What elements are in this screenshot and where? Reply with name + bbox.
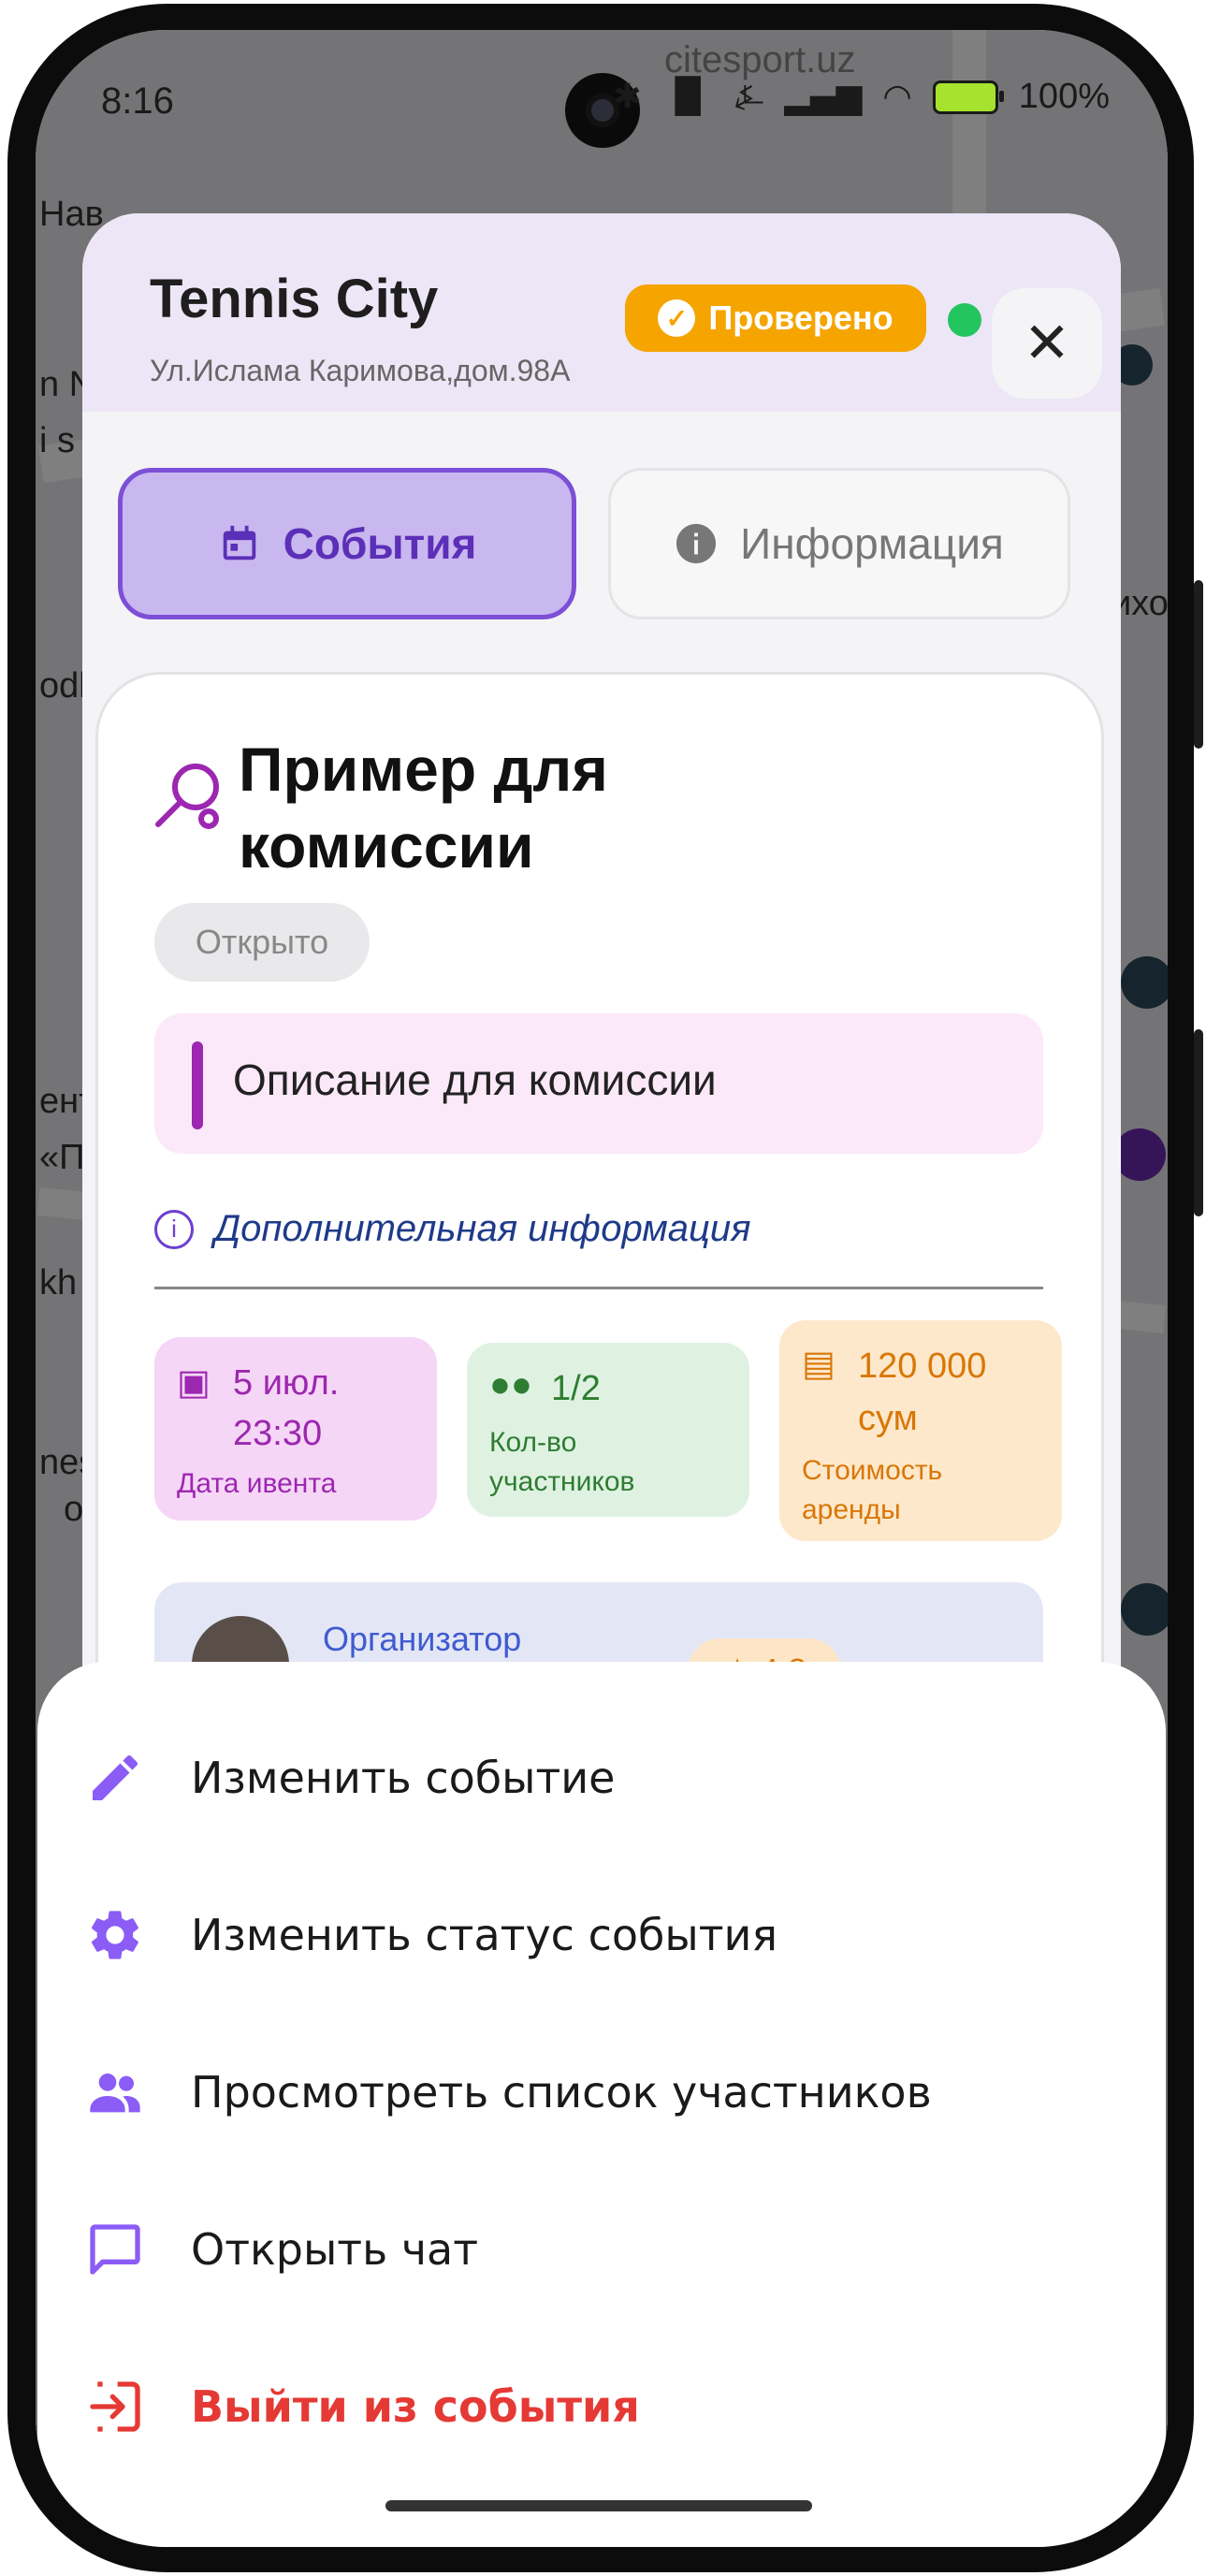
event-title: Пример для комиссии xyxy=(239,735,608,880)
venue-card: Tennis City Ул.Ислама Каримова,дом.98А ✓… xyxy=(82,213,1121,1804)
price-value: 120 000 xyxy=(858,1346,987,1386)
venue-address: Ул.Ислама Каримова,дом.98А xyxy=(150,354,571,387)
actions-bottom-sheet: Изменить событие Изменить статус события… xyxy=(37,1662,1166,2547)
close-icon: ✕ xyxy=(1023,311,1071,376)
people-icon: ●● xyxy=(489,1365,532,1404)
status-bar: citesport.uz 8:16 ✱ ▐▌ ⍼ ▂▄▆ ◠ 100% xyxy=(36,30,1168,170)
menu-label: Открыть чат xyxy=(191,2224,478,2275)
people-icon xyxy=(82,2059,148,2125)
bluetooth-icon: ✱ xyxy=(613,78,642,116)
members-value: 1/2 xyxy=(551,1369,601,1408)
organizer-label: Организатор xyxy=(323,1620,522,1658)
stat-members: ●● 1/2 Кол-во участников xyxy=(467,1343,749,1517)
battery-icon xyxy=(932,80,1004,114)
racket-icon xyxy=(151,759,225,834)
members-label: участников xyxy=(489,1466,635,1497)
map-url-text: citesport.uz xyxy=(664,39,856,80)
info-circle-icon: i xyxy=(154,1209,194,1249)
stat-price: ▤ 120 000 сум Стоимость аренды xyxy=(779,1320,1062,1541)
members-label: Кол-во xyxy=(489,1427,577,1458)
menu-label: Выйти из события xyxy=(191,2381,640,2432)
battery-percent: 100% xyxy=(1018,77,1110,116)
home-indicator[interactable] xyxy=(385,2500,812,2511)
event-status-badge: Открыто xyxy=(154,903,370,982)
venue-header: Tennis City Ул.Ислама Каримова,дом.98А ✓… xyxy=(82,213,1121,412)
menu-label: Просмотреть список участников xyxy=(191,2067,932,2118)
calendar-icon: ▣ xyxy=(177,1363,211,1403)
event-description: Описание для комиссии xyxy=(154,1013,1043,1154)
online-status-dot xyxy=(948,303,981,337)
description-text: Описание для комиссии xyxy=(233,1055,717,1104)
wifi-icon: ◠ xyxy=(882,78,912,116)
verified-check-icon: ✓ xyxy=(658,299,696,337)
wallet-icon: ▤ xyxy=(802,1345,835,1384)
menu-item-view-participants[interactable]: Просмотреть список участников xyxy=(82,2036,1112,2148)
menu-item-edit-event[interactable]: Изменить событие xyxy=(82,1722,1112,1834)
screen: Нав n N i s odl ент «П kh nes о ихо cite… xyxy=(36,30,1168,2547)
calendar-icon xyxy=(218,522,261,565)
verified-badge: ✓ Проверено xyxy=(625,284,926,352)
more-info-link[interactable]: i Дополнительная информация xyxy=(154,1208,751,1250)
chat-icon xyxy=(82,2217,148,2282)
divider xyxy=(154,1287,1043,1289)
status-icons: ✱ ▐▌ ⍼ ▂▄▆ ◠ 100% xyxy=(613,77,1110,117)
venue-name: Tennis City xyxy=(150,269,439,329)
info-icon xyxy=(675,522,718,565)
menu-label: Изменить событие xyxy=(191,1753,616,1803)
phone-frame: Нав n N i s odl ент «П kh nes о ихо cite… xyxy=(0,0,1206,2576)
close-button[interactable]: ✕ xyxy=(992,288,1102,399)
menu-item-change-status[interactable]: Изменить статус события xyxy=(82,1879,1112,1991)
earbuds-icon: ▐▌ xyxy=(661,78,714,116)
date-label: Дата ивента xyxy=(177,1468,337,1499)
power-button xyxy=(1194,1029,1203,1216)
exit-icon xyxy=(82,2374,148,2439)
status-time: 8:16 xyxy=(101,80,174,122)
time-value: 23:30 xyxy=(233,1414,323,1453)
price-currency: сум xyxy=(858,1399,918,1438)
menu-label: Изменить статус события xyxy=(191,1910,778,1960)
more-info-label: Дополнительная информация xyxy=(214,1208,751,1249)
description-accent-bar xyxy=(192,1041,203,1129)
gear-icon xyxy=(82,1902,148,1968)
date-value: 5 июл. xyxy=(233,1363,340,1403)
silent-icon: ⍼ xyxy=(734,77,764,116)
price-label: аренды xyxy=(802,1494,901,1525)
event-details: Пример для комиссии Открыто Описание для… xyxy=(95,672,1104,1804)
tab-information[interactable]: Информация xyxy=(608,468,1070,619)
menu-item-leave-event[interactable]: Выйти из события xyxy=(82,2350,1112,2463)
verified-label: Проверено xyxy=(708,298,894,337)
menu-item-open-chat[interactable]: Открыть чат xyxy=(82,2193,1112,2306)
signal-icon: ▂▄▆ xyxy=(784,78,863,116)
stat-event-date: ▣ 5 июл. 23:30 Дата ивента xyxy=(154,1337,437,1521)
pencil-icon xyxy=(82,1745,148,1811)
tab-events[interactable]: События xyxy=(118,468,576,619)
price-label: Стоимость xyxy=(802,1455,943,1486)
tab-events-label: События xyxy=(283,519,477,568)
tab-information-label: Информация xyxy=(740,519,1004,568)
volume-button xyxy=(1194,580,1203,749)
